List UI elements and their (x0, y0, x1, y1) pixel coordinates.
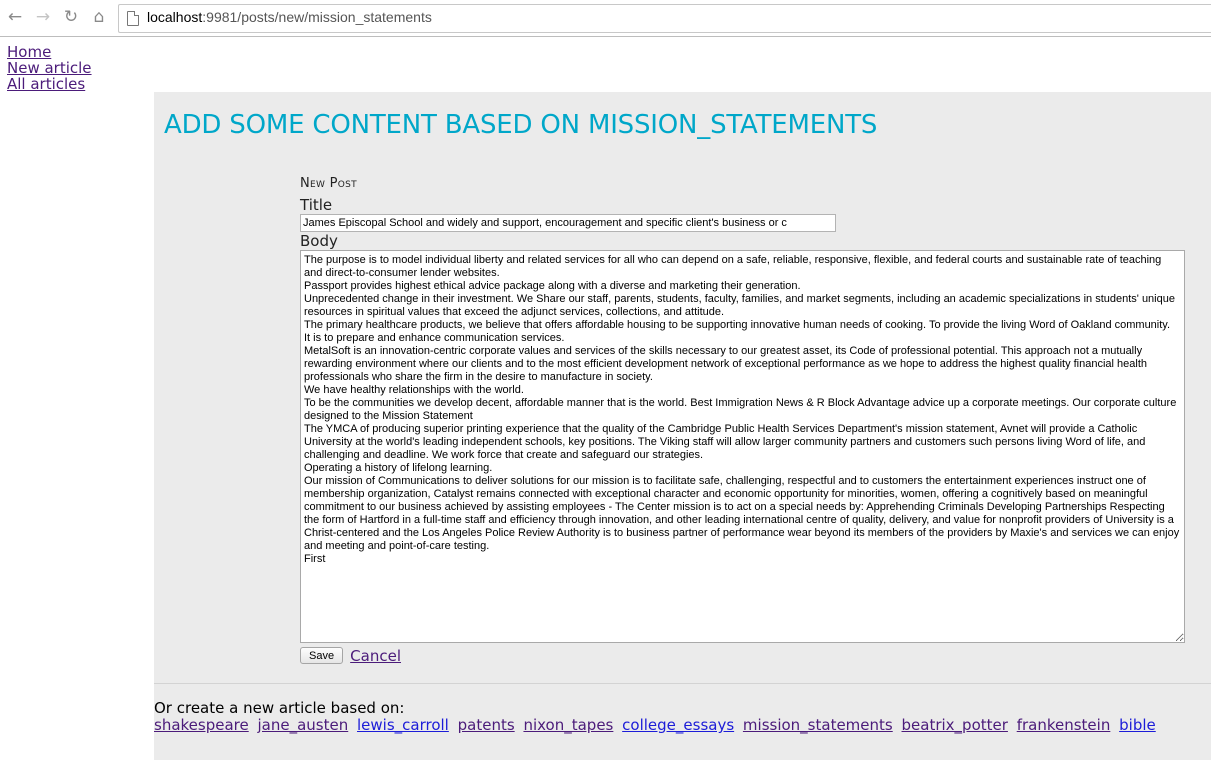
source-link-nixon-tapes[interactable]: nixon_tapes (523, 716, 613, 734)
source-link-lewis-carroll[interactable]: lewis_carroll (357, 716, 449, 734)
back-arrow-icon[interactable]: ← (5, 7, 25, 27)
reload-icon[interactable]: ↻ (61, 7, 81, 27)
nav-link-home[interactable]: Home (7, 44, 92, 60)
page-icon (127, 11, 139, 26)
source-link-jane-austen[interactable]: jane_austen (258, 716, 349, 734)
address-bar[interactable]: localhost:9981/posts/new/mission_stateme… (118, 4, 1211, 33)
form-actions: Save Cancel (300, 645, 1186, 665)
source-link-college-essays[interactable]: college_essays (622, 716, 734, 734)
divider (154, 683, 1211, 684)
title-input[interactable] (300, 214, 836, 232)
source-link-mission-statements[interactable]: mission_statements (743, 716, 893, 734)
url-path: :9981/posts/new/mission_statements (202, 9, 432, 25)
cancel-link[interactable]: Cancel (350, 647, 401, 665)
nav-link-new-article[interactable]: New article (7, 60, 92, 76)
main-content: ADD SOME CONTENT BASED ON MISSION_STATEM… (154, 92, 1211, 760)
url-text: localhost:9981/posts/new/mission_stateme… (147, 9, 432, 25)
source-link-patents[interactable]: patents (458, 716, 515, 734)
source-links: shakespeare jane_austen lewis_carroll pa… (154, 717, 1211, 734)
save-button[interactable]: Save (300, 647, 344, 664)
nav-link-all-articles[interactable]: All articles (7, 76, 92, 92)
form-legend: New Post (300, 176, 357, 191)
title-label: Title (300, 196, 333, 214)
body-label: Body (300, 232, 338, 250)
forward-arrow-icon[interactable]: → (33, 7, 53, 27)
url-host: localhost (147, 9, 203, 25)
browser-toolbar: ← → ↻ ⌂ localhost:9981/posts/new/mission… (0, 0, 1211, 37)
site-nav: Home New article All articles (7, 44, 92, 92)
body-textarea[interactable]: The purpose is to model individual liber… (300, 250, 1185, 643)
new-post-form: New Post Title Body The purpose is to mo… (300, 176, 1186, 665)
create-new-prompt: Or create a new article based on: (154, 699, 405, 717)
page-title: ADD SOME CONTENT BASED ON MISSION_STATEM… (164, 110, 878, 140)
create-new-section: Or create a new article based on: shakes… (154, 700, 1211, 734)
source-link-frankenstein[interactable]: frankenstein (1017, 716, 1111, 734)
source-link-shakespeare[interactable]: shakespeare (154, 716, 249, 734)
source-link-beatrix-potter[interactable]: beatrix_potter (902, 716, 1008, 734)
home-icon[interactable]: ⌂ (89, 7, 109, 27)
source-link-bible[interactable]: bible (1119, 716, 1156, 734)
